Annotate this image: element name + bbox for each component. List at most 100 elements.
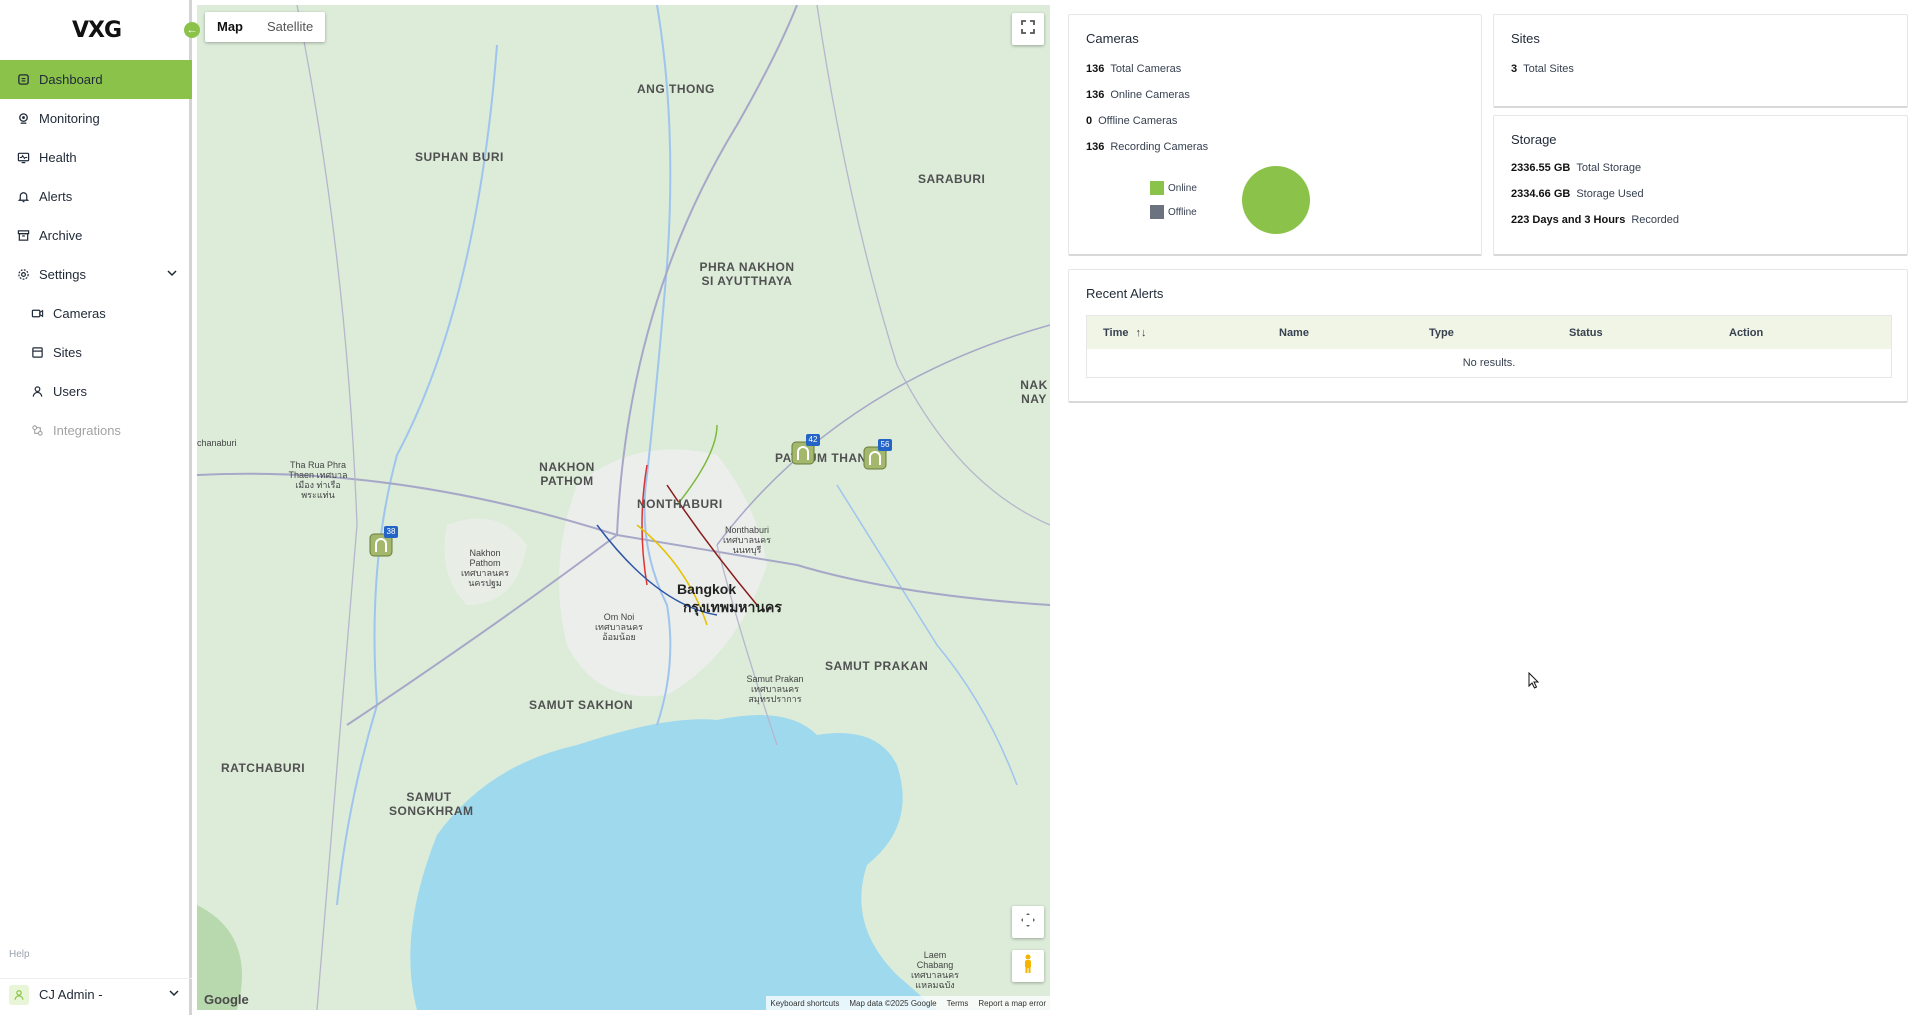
map-tab-map[interactable]: Map: [205, 12, 255, 42]
sidebar-item-label: Sites: [53, 345, 82, 360]
column-label: Time: [1103, 326, 1129, 339]
sidebar-item-label: Users: [53, 384, 87, 399]
report-error-link[interactable]: Report a map error: [978, 999, 1046, 1008]
chevron-down-icon: [168, 987, 180, 1002]
health-icon: [16, 151, 30, 165]
stat-label: Total Cameras: [1110, 63, 1182, 75]
marker-count: 38: [384, 526, 398, 538]
stat-recorded: 223 Days and 3 Hours Recorded: [1511, 214, 1679, 226]
table-header-row: Time ↑↓ Name Type Status Action: [1087, 316, 1891, 349]
map-region-label: PHRA NAKHON SI AYUTTHAYA: [699, 260, 795, 288]
pie-slice-online: [1242, 166, 1310, 234]
marker-count: 42: [806, 434, 820, 446]
vxg-logo[interactable]: VXG: [72, 18, 122, 43]
camera-cluster-marker[interactable]: 42: [790, 434, 820, 466]
stat-label: Offline Cameras: [1098, 115, 1178, 127]
move-icon: [1020, 912, 1036, 933]
user-name: CJ Admin -: [39, 987, 103, 1002]
column-header-name: Name: [1279, 316, 1429, 349]
stat-label: Total Storage: [1576, 162, 1642, 174]
camera-icon: [30, 307, 44, 321]
sidebar-item-cameras[interactable]: Cameras: [0, 294, 192, 333]
map-town-label: Tha Rua Phra Thaen เทศบาลเมือง ท่าเรือ พ…: [288, 460, 348, 500]
sidebar-item-settings[interactable]: Settings: [0, 255, 192, 294]
keyboard-shortcuts-link[interactable]: Keyboard shortcuts: [770, 999, 839, 1008]
sort-icon[interactable]: ↑↓: [1136, 327, 1147, 339]
legend-label: Offline: [1168, 206, 1197, 218]
sidebar: VXG Dashboard Monitoring Health Alerts A…: [0, 0, 192, 1015]
legend-label: Online: [1168, 182, 1197, 194]
camera-control-button[interactable]: [1012, 906, 1044, 938]
sidebar-nav: Dashboard Monitoring Health Alerts Archi…: [0, 60, 192, 450]
marker-count: 56: [878, 439, 892, 451]
map-view[interactable]: Map Satellite ANG THONG SUPHAN BURI SARA…: [197, 5, 1050, 1010]
stat-value: 136: [1086, 63, 1105, 75]
sidebar-item-sites[interactable]: Sites: [0, 333, 192, 372]
pegman-icon: [1021, 954, 1035, 979]
sidebar-item-label: Cameras: [53, 306, 106, 321]
stat-value: 2334.66 GB: [1511, 188, 1571, 200]
column-label: Type: [1429, 326, 1454, 339]
terms-link[interactable]: Terms: [947, 999, 969, 1008]
column-header-type: Type: [1429, 316, 1569, 349]
camera-marker-icon: [368, 533, 394, 562]
map-region-label: SAMUT SAKHON: [529, 698, 633, 712]
street-view-button[interactable]: [1012, 950, 1044, 982]
bell-icon: [16, 190, 30, 204]
column-label: Name: [1279, 326, 1309, 339]
stat-recording-cameras: 136 Recording Cameras: [1086, 141, 1208, 153]
stat-label: Storage Used: [1576, 188, 1644, 200]
map-region-label: SARABURI: [918, 172, 986, 186]
column-header-status: Status: [1569, 316, 1729, 349]
chevron-down-icon[interactable]: [166, 267, 178, 282]
stat-online-cameras: 136 Online Cameras: [1086, 89, 1190, 101]
gear-icon: [16, 268, 30, 282]
column-label: Status: [1569, 326, 1603, 339]
stat-label: Online Cameras: [1110, 89, 1190, 101]
storage-title: Storage: [1511, 132, 1557, 147]
archive-icon: [16, 229, 30, 243]
sidebar-item-users[interactable]: Users: [0, 372, 192, 411]
map-region-label: NAK NAY: [1020, 378, 1048, 406]
map-region-label: NONTHABURI: [637, 497, 723, 511]
sidebar-item-label: Alerts: [39, 189, 73, 204]
sites-icon: [30, 346, 44, 360]
sidebar-item-archive[interactable]: Archive: [0, 216, 192, 255]
map-region-label: SAMUT SONGKHRAM: [389, 790, 474, 818]
camera-marker-icon: [790, 441, 816, 470]
sidebar-item-label: Integrations: [53, 423, 121, 438]
map-region-label: RATCHABURI: [221, 761, 306, 775]
map-town-label: Samut Prakan เทศบาลนคร สมุทรปราการ: [746, 674, 804, 704]
map-tab-satellite[interactable]: Satellite: [255, 12, 325, 42]
map-background: [197, 5, 1050, 1010]
sites-card: Sites 3 Total Sites: [1493, 14, 1908, 108]
sidebar-item-label: Dashboard: [39, 72, 103, 87]
sidebar-item-health[interactable]: Health: [0, 138, 192, 177]
map-type-toggle: Map Satellite: [205, 12, 326, 42]
column-header-time[interactable]: Time ↑↓: [1087, 316, 1279, 349]
table-row: No results.: [1087, 349, 1891, 377]
stat-offline-cameras: 0 Offline Cameras: [1086, 115, 1177, 127]
sidebar-item-alerts[interactable]: Alerts: [0, 177, 192, 216]
sidebar-item-dashboard[interactable]: Dashboard: [0, 60, 192, 99]
user-menu[interactable]: CJ Admin -: [0, 978, 192, 1010]
sidebar-item-integrations: Integrations: [0, 411, 192, 450]
legend-swatch: [1150, 181, 1164, 195]
recent-alerts-card: Recent Alerts Time ↑↓ Name Type Status A…: [1068, 269, 1908, 403]
map-region-label: NAKHON PATHOM: [539, 460, 595, 488]
collapse-sidebar-button[interactable]: ←: [184, 22, 200, 38]
sites-title: Sites: [1511, 31, 1540, 46]
fullscreen-button[interactable]: [1012, 13, 1044, 45]
map-town-label: Laem Chabang เทศบาลนคร แหลมฉบัง: [910, 950, 959, 990]
stat-value: 223 Days and 3 Hours: [1511, 214, 1626, 226]
camera-cluster-marker[interactable]: 38: [368, 526, 398, 558]
sidebar-item-monitoring[interactable]: Monitoring: [0, 99, 192, 138]
map-town-label: Nonthaburi เทศบาลนคร นนทบุรี: [722, 525, 771, 555]
map-attribution: Keyboard shortcuts Map data ©2025 Google…: [766, 996, 1050, 1010]
column-label: Action: [1729, 326, 1764, 339]
map-town-label: chanaburi: [197, 438, 237, 448]
legend-offline: Offline: [1150, 205, 1197, 219]
dashboard-icon: [16, 73, 30, 87]
stat-total-storage: 2336.55 GB Total Storage: [1511, 162, 1641, 174]
camera-cluster-marker[interactable]: 56: [862, 439, 892, 471]
